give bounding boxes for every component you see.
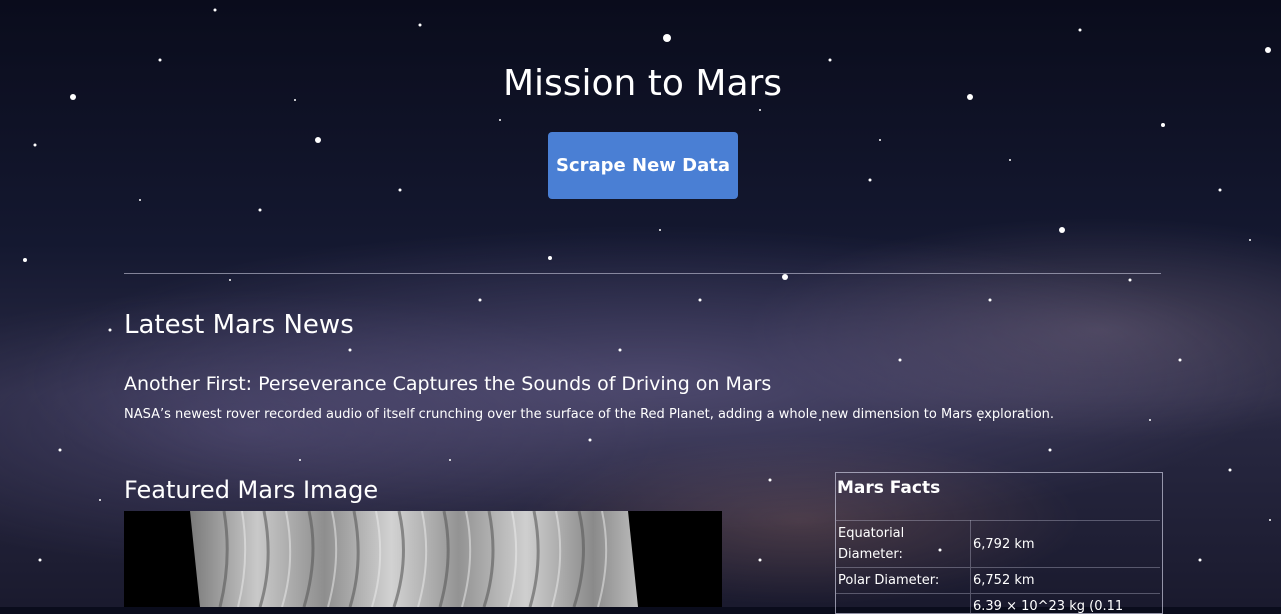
fact-value: 6,792 km <box>971 521 1161 568</box>
fact-label: Polar Diameter: <box>836 568 971 594</box>
latest-news-heading: Latest Mars News <box>124 309 354 341</box>
table-row: Equatorial Diameter: 6,792 km <box>836 521 1160 568</box>
fact-value: 6.39 × 10^23 kg (0.11 <box>971 594 1161 614</box>
table-row: 6.39 × 10^23 kg (0.11 <box>836 594 1160 614</box>
table-row: Polar Diameter: 6,752 km <box>836 568 1160 594</box>
fact-label <box>836 594 971 614</box>
scrape-new-data-button[interactable]: Scrape New Data <box>548 132 738 199</box>
page-title: Mission to Mars <box>124 62 1161 106</box>
mars-facts-heading: Mars Facts <box>836 473 1162 500</box>
mars-facts-table: Equatorial Diameter: 6,792 km Polar Diam… <box>836 520 1160 614</box>
mars-facts-panel: Mars Facts Equatorial Diameter: 6,792 km… <box>835 472 1163 614</box>
news-title: Another First: Perseverance Captures the… <box>124 372 771 396</box>
fact-value: 6,752 km <box>971 568 1161 594</box>
divider <box>124 273 1161 274</box>
featured-image-heading: Featured Mars Image <box>124 475 378 505</box>
featured-mars-image <box>124 511 722 607</box>
fact-label: Equatorial Diameter: <box>836 521 971 568</box>
news-teaser: NASA’s newest rover recorded audio of it… <box>124 405 1054 425</box>
